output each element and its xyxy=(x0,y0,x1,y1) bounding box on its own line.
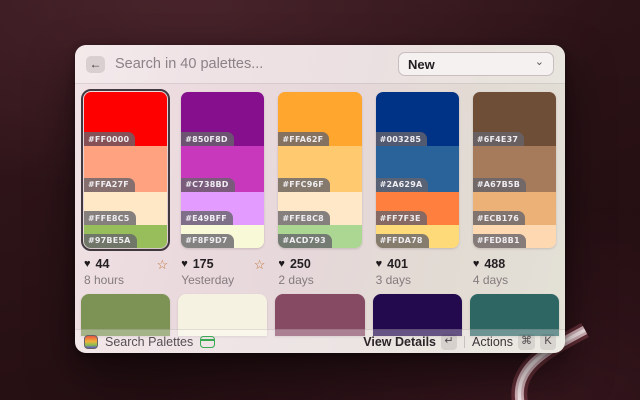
actions-label: Actions xyxy=(472,335,513,349)
palette-card[interactable]: #003285 #2A629A #FF7F3E #FFDA78 xyxy=(373,89,462,251)
palette-list-item: #FFA62F#FFC96F#FFE8C8#ACD793 ♥ 250 ☆ 2 d… xyxy=(275,89,364,287)
palette-age: Yesterday xyxy=(181,273,265,287)
color-swatch: #FFA62F xyxy=(278,92,361,146)
hex-code-tag: #FFA27F xyxy=(84,178,135,192)
likes-count: 175 xyxy=(193,257,214,271)
hex-code-tag: #FFE8C5 xyxy=(84,211,136,225)
heart-icon: ♥ xyxy=(278,259,285,270)
hex-code-tag: #E49BFF xyxy=(181,211,233,225)
color-swatch: #ACD793 xyxy=(278,225,361,248)
likes-count: 401 xyxy=(387,257,408,271)
grid-view-icon xyxy=(200,336,215,348)
hex-code-tag: #003285 xyxy=(376,132,428,146)
likes-count: 488 xyxy=(484,257,505,271)
hex-code-tag: #FFE8C8 xyxy=(278,211,330,225)
hex-code-tag: #ECB176 xyxy=(473,211,525,225)
likes-count: 44 xyxy=(96,257,110,271)
color-swatch: #FFE8C5 xyxy=(84,192,167,226)
hex-code-tag: #850F8D xyxy=(181,132,233,146)
palette-age: 8 hours xyxy=(84,273,168,287)
palette-card[interactable]: #850F8D #C738BD #E49BFF #F8F9D7 xyxy=(178,89,267,251)
hex-code-tag: #ACD793 xyxy=(278,234,332,248)
palette-card[interactable]: #FFA62F #FFC96F #FFE8C8 #ACD793 xyxy=(275,89,364,251)
color-swatch: #ECB176 xyxy=(473,192,556,226)
color-swatch: #97BE5A xyxy=(84,225,167,248)
favorite-star-icon[interactable]: ☆ xyxy=(254,258,266,271)
hex-code-tag: #FFA62F xyxy=(278,132,329,146)
likes-count: 250 xyxy=(290,257,311,271)
hex-code-tag: #FFDA78 xyxy=(376,234,429,248)
palette-row: #FF0000 #FFA27F #FFE8C5 #97BE5A ♥ 44 ☆ 8 ho… xyxy=(81,89,559,287)
palette-list-item: #850F8D #C738BD #E49BFF #F8F9D7 ♥ 175 ☆ Yes… xyxy=(178,89,267,287)
color-swatch: #FF7F3E xyxy=(376,192,459,226)
heart-icon: ♥ xyxy=(181,259,188,270)
palette-list-item: #003285#2A629A#FF7F3E#FFDA78 ♥ 401 ☆ 3 d… xyxy=(373,89,462,287)
color-swatch: #FFDA78 xyxy=(376,225,459,248)
color-swatch: #2A629A xyxy=(376,146,459,191)
color-swatch: #F8F9D7 xyxy=(181,225,264,248)
palette-age: 2 days xyxy=(278,273,362,287)
app-name: Search Palettes xyxy=(105,335,193,349)
sort-dropdown-value: New xyxy=(408,57,529,72)
footer-divider xyxy=(464,336,465,348)
enter-key-icon: ↵ xyxy=(441,334,457,350)
search-header: ← Search in 40 palettes... New ⌄ xyxy=(75,45,565,84)
color-swatch: #850F8D xyxy=(181,92,264,146)
favorite-star-icon[interactable]: ☆ xyxy=(157,258,169,271)
palette-grid: #FF0000 #FFA27F #FFE8C5 #97BE5A ♥ 44 ☆ 8 ho… xyxy=(75,84,565,336)
hex-code-tag: #97BE5A xyxy=(84,234,137,248)
hex-code-tag: #FF7F3E xyxy=(376,211,427,225)
hex-code-tag: #C738BD xyxy=(181,178,234,192)
color-swatch: #E49BFF xyxy=(181,192,264,226)
back-arrow-icon: ← xyxy=(90,58,102,70)
hex-code-tag: #FF0000 xyxy=(84,132,135,146)
color-swatch: #FFE8C8 xyxy=(278,192,361,226)
hex-code-tag: #F8F9D7 xyxy=(181,234,233,248)
hex-code-tag: #FFC96F xyxy=(278,178,330,192)
color-swatch: #003285 xyxy=(376,92,459,146)
k-key-icon: K xyxy=(540,334,556,350)
color-swatch: #C738BD xyxy=(181,146,264,191)
hex-code-tag: #6F4E37 xyxy=(473,132,524,146)
view-details-button[interactable]: View Details ↵ xyxy=(363,334,457,350)
heart-icon: ♥ xyxy=(473,259,480,270)
view-details-label: View Details xyxy=(363,335,436,349)
app-palette-icon xyxy=(84,335,98,349)
color-swatch: #FFA27F xyxy=(84,146,167,191)
palette-card[interactable]: #6F4E37 #A67B5B #ECB176 #FED8B1 xyxy=(470,89,559,251)
sort-dropdown[interactable]: New ⌄ xyxy=(398,52,554,76)
back-button[interactable]: ← xyxy=(86,56,105,73)
heart-icon: ♥ xyxy=(376,259,383,270)
hex-code-tag: #FED8B1 xyxy=(473,234,526,248)
actions-button[interactable]: Actions ⌘ K xyxy=(472,334,556,350)
color-swatch: #FFC96F xyxy=(278,146,361,191)
color-swatch: #FED8B1 xyxy=(473,225,556,248)
cmd-key-icon: ⌘ xyxy=(518,334,535,350)
search-input[interactable]: Search in 40 palettes... xyxy=(115,56,388,72)
palette-age: 3 days xyxy=(376,273,460,287)
color-swatch: #6F4E37 xyxy=(473,92,556,146)
status-bar: Search Palettes View Details ↵ Actions ⌘… xyxy=(75,329,565,353)
hex-code-tag: #A67B5B xyxy=(473,178,526,192)
hex-code-tag: #2A629A xyxy=(376,178,429,192)
palette-search-window: ← Search in 40 palettes... New ⌄ #FF0000… xyxy=(75,45,565,353)
palette-list-item: #6F4E37#A67B5B#ECB176#FED8B1 ♥ 488 ☆ 4 d… xyxy=(470,89,559,287)
palette-age: 4 days xyxy=(473,273,557,287)
color-swatch: #FF0000 xyxy=(84,92,167,146)
heart-icon: ♥ xyxy=(84,259,91,270)
palette-card[interactable]: #FF0000 #FFA27F #FFE8C5 #97BE5A xyxy=(81,89,170,251)
palette-list-item: #FF0000 #FFA27F #FFE8C5 #97BE5A ♥ 44 ☆ 8 ho… xyxy=(81,89,170,287)
color-swatch: #A67B5B xyxy=(473,146,556,191)
